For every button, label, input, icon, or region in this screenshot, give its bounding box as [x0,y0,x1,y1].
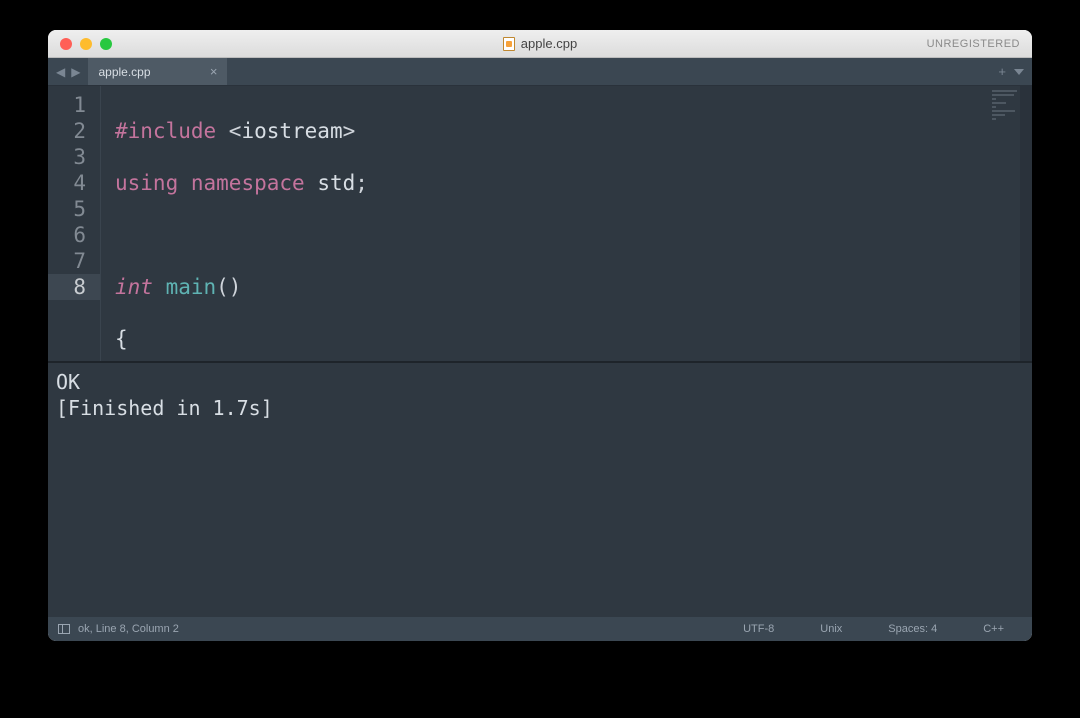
tabbar-controls: + [990,58,1032,85]
unregistered-label: UNREGISTERED [927,38,1020,50]
line-number[interactable]: 5 [68,196,86,222]
minimize-window-button[interactable] [80,38,92,50]
tok: > [343,119,356,143]
line-number[interactable]: 7 [68,248,86,274]
file-icon [503,37,515,51]
code-editor[interactable]: 1 2 3 4 5 6 7 8 #include <iostream> usin… [48,86,1032,361]
line-number[interactable]: 6 [68,222,86,248]
line-number-current[interactable]: 8 [48,274,100,300]
tok: { [115,327,128,351]
output-line: OK [56,370,80,394]
titlebar[interactable]: apple.cpp UNREGISTERED [48,30,1032,58]
code-area[interactable]: #include <iostream> using namespace std;… [101,86,1032,361]
status-left: ok, Line 8, Column 2 [58,623,179,635]
output-line: [Finished in 1.7s] [56,396,273,420]
tab-apple-cpp[interactable]: apple.cpp × [88,58,228,85]
tok: std [317,171,355,195]
nav-forward-icon[interactable]: ▶ [69,65,82,79]
line-number[interactable]: 3 [68,144,86,170]
tabbar-spacer [228,58,990,85]
status-encoding[interactable]: UTF-8 [725,623,792,635]
status-bar: ok, Line 8, Column 2 UTF-8 Unix Spaces: … [48,617,1032,641]
close-window-button[interactable] [60,38,72,50]
new-tab-icon[interactable]: + [998,64,1006,79]
editor-window: apple.cpp UNREGISTERED ◀ ▶ apple.cpp × +… [48,30,1032,641]
line-number[interactable]: 4 [68,170,86,196]
tok: < [216,119,241,143]
status-syntax[interactable]: C++ [965,623,1022,635]
line-number[interactable]: 1 [68,92,86,118]
status-indent[interactable]: Spaces: 4 [870,623,955,635]
tok: iostream [241,119,342,143]
title-filename: apple.cpp [521,36,577,51]
zoom-window-button[interactable] [100,38,112,50]
status-line-ending[interactable]: Unix [802,623,860,635]
tok: namespace [191,171,305,195]
tok: main [153,275,216,299]
tok: int [115,275,153,299]
nav-arrows: ◀ ▶ [48,58,88,85]
nav-back-icon[interactable]: ◀ [54,65,67,79]
tab-close-icon[interactable]: × [210,64,218,79]
tok: #include [115,119,216,143]
tok: using [115,171,178,195]
window-title: apple.cpp [48,36,1032,51]
tab-bar: ◀ ▶ apple.cpp × + [48,58,1032,86]
build-output-panel[interactable]: OK [Finished in 1.7s] [48,363,1032,617]
tok: () [216,275,241,299]
tok: ; [355,171,368,195]
panel-switcher-icon[interactable] [58,624,70,634]
line-number[interactable]: 2 [68,118,86,144]
traffic-lights [48,38,112,50]
status-cursor-info[interactable]: ok, Line 8, Column 2 [78,623,179,635]
tab-dropdown-icon[interactable] [1014,69,1024,75]
tab-label: apple.cpp [98,65,150,79]
line-gutter[interactable]: 1 2 3 4 5 6 7 8 [48,86,101,361]
vertical-scrollbar[interactable] [1020,86,1032,361]
